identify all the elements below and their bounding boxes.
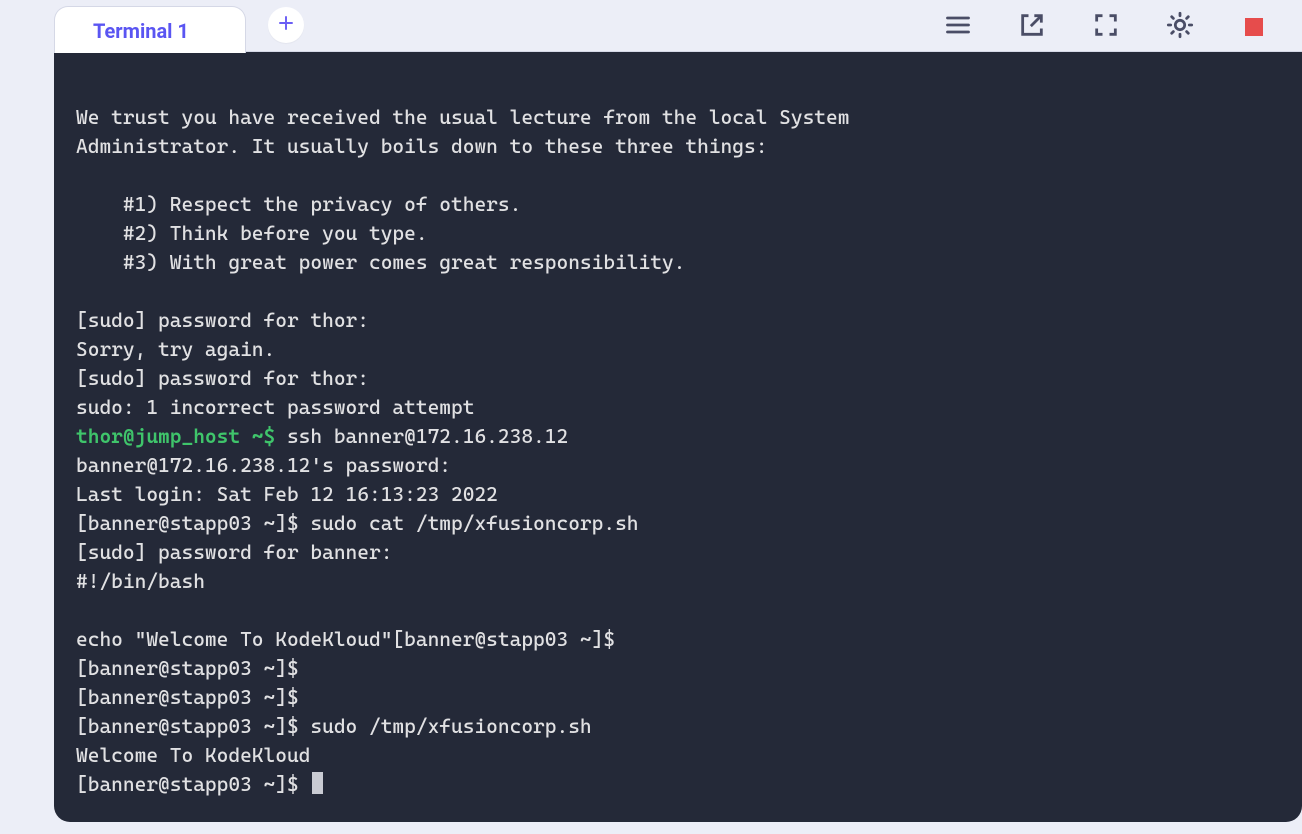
menu-button[interactable] <box>940 9 976 45</box>
terminal-line: #1) Respect the privacy of others. <box>76 190 1280 219</box>
terminal-text: [sudo] password for banner: <box>76 540 404 564</box>
terminal-line: #2) Think before you type. <box>76 219 1280 248</box>
terminal-line: We trust you have received the usual lec… <box>76 103 1280 132</box>
terminal-line: [banner@stapp03 ~]$ sudo /tmp/xfusioncor… <box>76 712 1280 741</box>
terminal-line: #3) With great power comes great respons… <box>76 248 1280 277</box>
terminal-line: [banner@stapp03 ~]$ sudo cat /tmp/xfusio… <box>76 509 1280 538</box>
terminal-line: Sorry, try again. <box>76 335 1280 364</box>
terminal-line: [banner@stapp03 ~]$ <box>76 683 1280 712</box>
terminal-output[interactable]: We trust you have received the usual lec… <box>54 52 1302 822</box>
open-external-button[interactable] <box>1014 9 1050 45</box>
terminal-text: thor@jump_host ~$ <box>76 424 275 448</box>
terminal-line <box>76 161 1280 190</box>
terminal-line: sudo: 1 incorrect password attempt <box>76 393 1280 422</box>
plus-icon <box>277 14 295 36</box>
terminal-text: [banner@stapp03 ~]$ <box>76 772 310 796</box>
menu-icon <box>944 11 972 43</box>
tab-terminal-1[interactable]: Terminal 1 <box>54 6 246 53</box>
fullscreen-button[interactable] <box>1088 9 1124 45</box>
terminal-line: Administrator. It usually boils down to … <box>76 132 1280 161</box>
terminal-text: banner@172.16.238.12's password: <box>76 453 463 477</box>
stop-icon <box>1245 18 1263 36</box>
tab-bar: Terminal 1 <box>54 0 1302 52</box>
terminal-line: [sudo] password for thor: <box>76 364 1280 393</box>
terminal-line: #!/bin/bash <box>76 567 1280 596</box>
terminal-text: [banner@stapp03 ~]$ sudo cat /tmp/xfusio… <box>76 511 639 535</box>
stop-button[interactable] <box>1236 9 1272 45</box>
terminal-text: Sorry, try again. <box>76 337 275 361</box>
add-tab-button[interactable] <box>268 7 304 43</box>
terminal-text: Last login: Sat Feb 12 16:13:23 2022 <box>76 482 498 506</box>
fullscreen-icon <box>1092 11 1120 43</box>
toolbar-right <box>940 9 1290 51</box>
terminal-text: #3) With great power comes great respons… <box>76 250 685 274</box>
terminal-line <box>76 74 1280 103</box>
terminal-text: sudo: 1 incorrect password attempt <box>76 395 474 419</box>
terminal-line: Welcome To KodeKloud <box>76 741 1280 770</box>
terminal-text: #1) Respect the privacy of others. <box>76 192 521 216</box>
terminal-text: Administrator. It usually boils down to … <box>76 134 767 158</box>
terminal-text: [banner@stapp03 ~]$ <box>76 656 310 680</box>
terminal-wrap: We trust you have received the usual lec… <box>54 52 1302 834</box>
cursor-block <box>312 772 323 794</box>
terminal-text: ssh banner@172.16.238.12 <box>275 424 568 448</box>
terminal-text: #!/bin/bash <box>76 569 205 593</box>
terminal-text: Welcome To KodeKloud <box>76 743 310 767</box>
app-root: Terminal 1 <box>0 0 1302 834</box>
terminal-line: echo "Welcome To KodeKloud"[banner@stapp… <box>76 625 1280 654</box>
terminal-line <box>76 277 1280 306</box>
terminal-text: #2) Think before you type. <box>76 221 428 245</box>
terminal-text: [sudo] password for thor: <box>76 366 381 390</box>
terminal-line: [sudo] password for banner: <box>76 538 1280 567</box>
theme-button[interactable] <box>1162 9 1198 45</box>
terminal-line: [banner@stapp03 ~]$ <box>76 770 1280 799</box>
left-gutter <box>0 0 54 834</box>
tab-label: Terminal 1 <box>93 19 189 43</box>
terminal-text: [banner@stapp03 ~]$ <box>76 685 310 709</box>
terminal-line: [sudo] password for thor: <box>76 306 1280 335</box>
open-external-icon <box>1018 11 1046 43</box>
terminal-text: We trust you have received the usual lec… <box>76 105 849 129</box>
terminal-line: Last login: Sat Feb 12 16:13:23 2022 <box>76 480 1280 509</box>
sun-icon <box>1166 11 1194 43</box>
terminal-text: [sudo] password for thor: <box>76 308 381 332</box>
terminal-text: echo "Welcome To KodeKloud"[banner@stapp… <box>76 627 627 651</box>
terminal-line: [banner@stapp03 ~]$ <box>76 654 1280 683</box>
terminal-text: [banner@stapp03 ~]$ sudo /tmp/xfusioncor… <box>76 714 592 738</box>
terminal-line: banner@172.16.238.12's password: <box>76 451 1280 480</box>
terminal-line: thor@jump_host ~$ ssh banner@172.16.238.… <box>76 422 1280 451</box>
terminal-line <box>76 596 1280 625</box>
main-column: Terminal 1 <box>54 0 1302 834</box>
